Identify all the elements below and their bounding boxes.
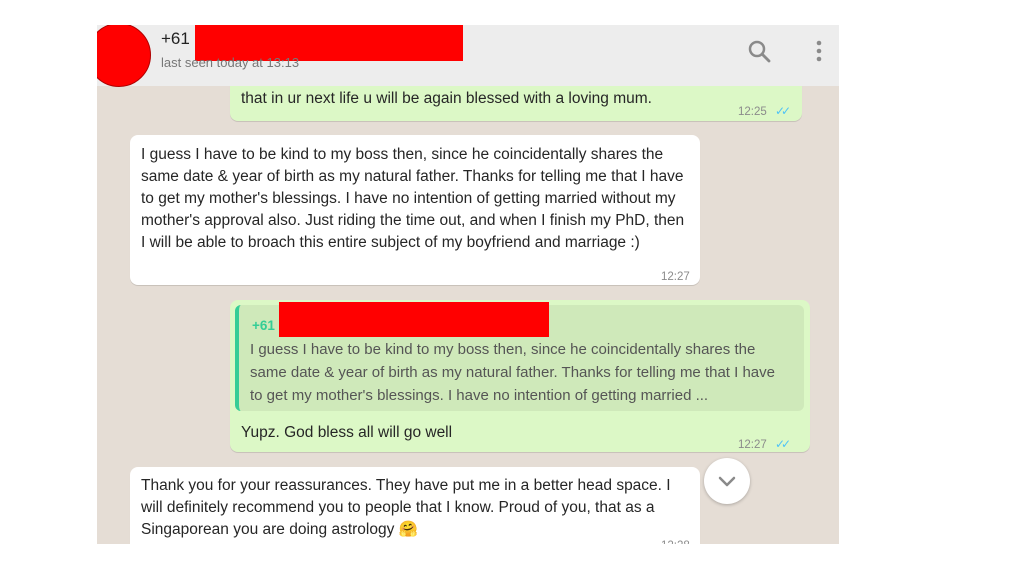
scroll-down-button[interactable] [704,458,750,504]
message-text: Yupz. God bless all will go well [241,424,453,441]
chat-header: +61 last seen today at 13:13 [97,25,839,87]
message-time: 12:28 [661,535,690,544]
redaction-box [279,302,549,337]
last-seen-status: last seen today at 13:13 [161,55,300,70]
search-icon[interactable] [745,37,773,65]
message-text: I guess I have to be kind to my boss the… [141,146,685,251]
message-time: 12:27 [738,439,767,451]
read-receipt-icon: ✓✓ [775,104,791,118]
contact-name[interactable]: +61 [161,29,190,49]
menu-icon[interactable] [805,37,833,65]
quoted-text: I guess I have to be kind to my boss the… [250,341,775,404]
message-time: 12:25 [738,106,767,118]
message-time: 12:27 [661,271,690,283]
chevron-down-icon [718,476,736,487]
quoted-message[interactable]: +61 I guess I have to be kind to my boss… [235,302,804,411]
message-text: that in ur next life u will be again ble… [241,90,652,107]
incoming-message[interactable]: Thank you for your reassurances. They ha… [130,467,700,544]
quoted-sender: +61 [252,318,275,333]
message-text: Thank you for your reassurances. They ha… [141,477,671,538]
avatar[interactable] [97,25,151,87]
outgoing-reply-message[interactable]: +61 I guess I have to be kind to my boss… [230,300,810,452]
read-receipt-icon: ✓✓ [775,437,791,451]
incoming-message[interactable]: I guess I have to be kind to my boss the… [130,135,700,285]
